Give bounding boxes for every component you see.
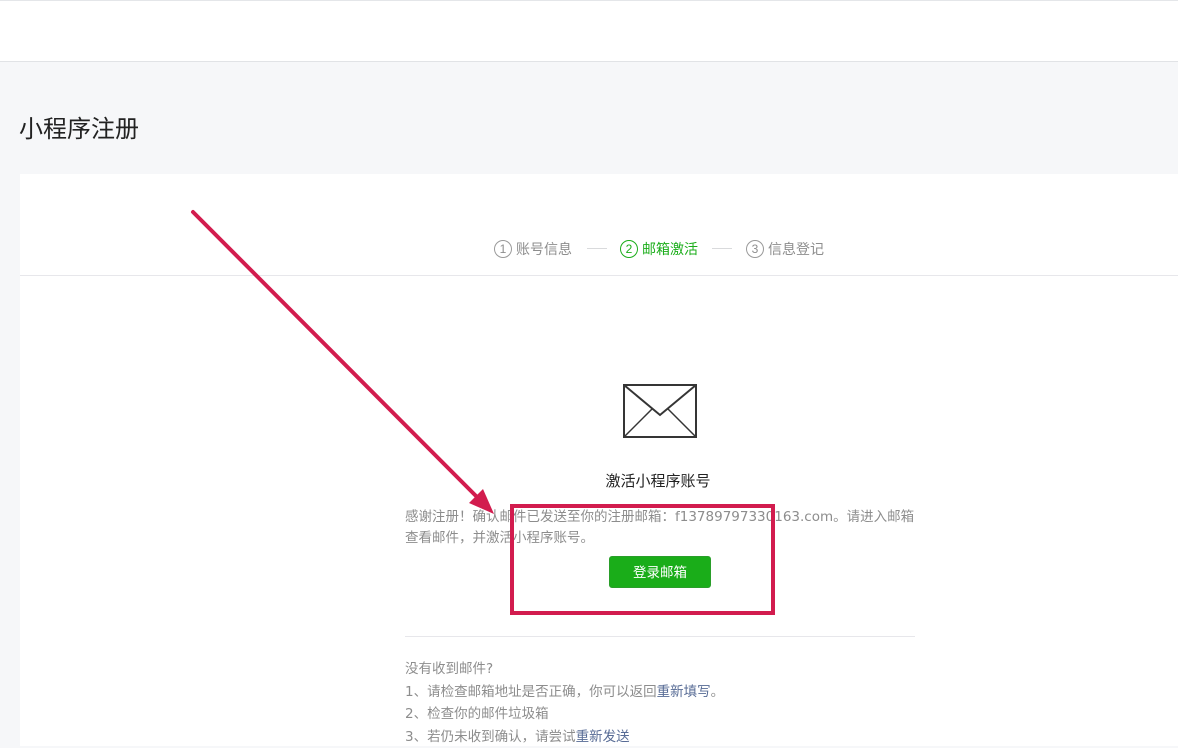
step-label-email-activation: 邮箱激活 <box>642 239 698 259</box>
registration-card: 1 账号信息 2 邮箱激活 3 信息登记 激活小程序账号 感谢注册！确认邮件已发… <box>20 174 1178 746</box>
activation-description: 感谢注册！确认邮件已发送至你的注册邮箱：f13789797330163.com。… <box>405 507 925 549</box>
help-tip-2: 2、检查你的邮件垃圾箱 <box>405 703 1005 726</box>
help-tip-1-text: 1、请检查邮箱地址是否正确，你可以返回 <box>405 684 657 700</box>
top-navigation-bar <box>0 0 1178 62</box>
step-email-activation: 2 邮箱激活 <box>620 239 698 259</box>
help-tip-1-suffix: 。 <box>711 684 725 700</box>
step-progress-bar: 1 账号信息 2 邮箱激活 3 信息登记 <box>20 174 1178 276</box>
step-number-1: 1 <box>494 240 512 258</box>
envelope-icon <box>623 384 697 438</box>
step-number-3: 3 <box>746 240 764 258</box>
help-tip-1: 1、请检查邮箱地址是否正确，你可以返回重新填写。 <box>405 681 1005 704</box>
step-number-2: 2 <box>620 240 638 258</box>
divider <box>405 636 915 637</box>
step-account-info: 1 账号信息 <box>494 239 572 259</box>
help-section: 没有收到邮件? 1、请检查邮箱地址是否正确，你可以返回重新填写。 2、检查你的邮… <box>405 658 1005 748</box>
activation-heading-text: 激活小程序账号 <box>605 470 710 491</box>
step-info-registration: 3 信息登记 <box>746 239 824 259</box>
refill-link[interactable]: 重新填写 <box>657 684 711 700</box>
step-label-info-registration: 信息登记 <box>768 239 824 259</box>
help-tip-3-text: 3、若仍未收到确认，请尝试 <box>405 729 576 745</box>
step-label-account-info: 账号信息 <box>516 239 572 259</box>
page-title: 小程序注册 <box>19 112 139 146</box>
step-connector <box>712 248 732 249</box>
help-tip-3: 3、若仍未收到确认，请尝试重新发送 <box>405 726 1005 748</box>
login-email-button[interactable]: 登录邮箱 <box>609 556 711 588</box>
resend-link[interactable]: 重新发送 <box>576 729 630 745</box>
help-title: 没有收到邮件? <box>405 658 1005 681</box>
activation-heading: 激活小程序账号 <box>19 470 1178 491</box>
step-connector <box>587 248 607 249</box>
